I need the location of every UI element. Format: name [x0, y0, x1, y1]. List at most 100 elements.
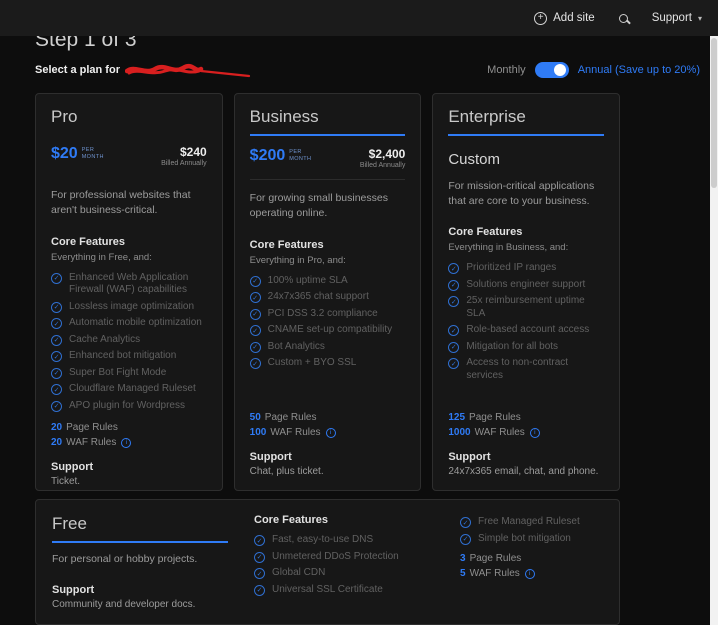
- feature-item: ✓ Automatic mobile optimization: [51, 317, 207, 330]
- select-plan-row: Select a plan for: [35, 60, 253, 79]
- search-button[interactable]: [618, 13, 628, 23]
- price-group: $20 PER MONTH: [51, 145, 104, 167]
- waf-rules-label: WAF Rules: [474, 427, 525, 438]
- monthly-label[interactable]: Monthly: [487, 64, 526, 76]
- page-title-wrap: Step 1 of 3: [35, 36, 700, 52]
- waf-rules-label: WAF Rules: [66, 437, 117, 449]
- plan-title: Pro: [51, 107, 78, 126]
- billing-toggle[interactable]: [534, 61, 569, 78]
- support-label: Support: [651, 12, 692, 24]
- feature-item: ✓ Role-based account access: [448, 324, 604, 337]
- annual-label[interactable]: Annual (Save up to 20%): [578, 64, 700, 76]
- feature-label: Access to non-contract services: [466, 357, 569, 381]
- page-rules-value: 20: [51, 422, 63, 434]
- page-rules-value: 50: [249, 412, 261, 423]
- support-menu[interactable]: Support ▾: [652, 12, 702, 24]
- feature-label: 100% uptime SLA: [267, 274, 348, 286]
- feature-label: Role-based account access: [466, 324, 590, 336]
- core-features-subheading: Everything in Free, and:: [51, 251, 152, 263]
- feature-item: ✓ Fast, easy-to-use DNS: [254, 534, 434, 547]
- waf-rules-value: 20: [51, 437, 63, 449]
- check-icon: ✓: [51, 334, 62, 346]
- info-icon[interactable]: i: [529, 427, 540, 438]
- free-plan-features-column: Core Features ✓ Fast, easy-to-use DNS ✓ Unm…: [254, 514, 434, 610]
- scrollbar[interactable]: [710, 36, 718, 625]
- core-features-heading: Core Features: [254, 514, 328, 526]
- plan-card-business[interactable]: Business $200 PER MONTH $2,400 Billed An…: [233, 93, 422, 491]
- accent-underline: [249, 134, 406, 136]
- redaction-scribble: [124, 63, 251, 78]
- custom-price-label: Custom: [448, 151, 501, 168]
- price-row: $200 PER MONTH $2,400 Billed Annually: [249, 147, 406, 170]
- price-group: $200 PER MONTH: [249, 147, 312, 169]
- check-icon: ✓: [254, 535, 265, 546]
- feature-label: Custom + BYO SSL: [267, 357, 357, 369]
- info-icon[interactable]: i: [524, 568, 535, 579]
- plan-card-enterprise[interactable]: Enterprise Custom For mission-critical a…: [432, 93, 621, 491]
- feature-list: ✓ Fast, easy-to-use DNS ✓ Unmetered DDoS Pr…: [254, 534, 434, 596]
- feature-list: ✓ 100% uptime SLA ✓ 24x7x365 chat support ✓ P…: [249, 274, 406, 374]
- feature-label: Fast, easy-to-use DNS: [272, 534, 374, 545]
- plan-price: $200: [249, 147, 286, 164]
- waf-rules-row: 20 WAF Rules i: [51, 437, 207, 448]
- check-icon: ✓: [51, 384, 62, 396]
- free-plan-extras-column: ✓ Free Managed Ruleset ✓ Simple bot mitigat…: [460, 514, 603, 610]
- check-icon: ✓: [249, 275, 261, 287]
- check-icon: ✓: [51, 400, 62, 412]
- page-rules-label: Page Rules: [66, 422, 118, 434]
- per-month-label: PER MONTH: [289, 149, 311, 169]
- feature-item: ✓ Access to non-contract services: [448, 357, 604, 382]
- per-label: PER: [289, 149, 302, 155]
- page-rules-row: 3 Page Rules: [460, 553, 603, 564]
- feature-item: ✓ 25x reimbursement uptime SLA: [448, 295, 604, 320]
- page-rules-label: Page Rules: [469, 553, 522, 564]
- month-label: MONTH: [289, 156, 312, 162]
- top-nav: + Add site Support ▾: [0, 0, 718, 36]
- feature-label: APO plugin for Wordpress: [69, 399, 185, 411]
- plan-description: For mission-critical applications that a…: [448, 180, 595, 207]
- page-rules-row: 50 Page Rules: [250, 412, 406, 423]
- page-rules-value: 125: [448, 412, 466, 423]
- waf-rules-value: 5: [460, 568, 466, 579]
- feature-label: Cloudflare Managed Ruleset: [69, 383, 196, 395]
- feature-label: 25x reimbursement uptime SLA: [466, 295, 585, 319]
- feature-label: Prioritized IP ranges: [466, 262, 557, 274]
- check-icon: ✓: [254, 551, 265, 563]
- scrollbar-thumb[interactable]: [711, 38, 717, 188]
- check-icon: ✓: [254, 584, 265, 596]
- support-heading: Support: [52, 584, 95, 596]
- feature-label: Automatic mobile optimization: [69, 317, 202, 329]
- feature-label: 24x7x365 chat support: [267, 291, 369, 303]
- support-text: 24x7x365 email, chat, and phone.: [448, 466, 599, 477]
- feature-label: Universal SSL Certificate: [272, 583, 383, 595]
- check-icon: ✓: [460, 533, 471, 545]
- feature-label: Cache Analytics: [69, 333, 141, 345]
- subheader-row: Select a plan for Monthly Annual (Save u…: [35, 60, 700, 79]
- plan-card-free[interactable]: Free For personal or hobby projects. Sup…: [35, 499, 620, 625]
- plan-card-pro[interactable]: Pro $20 PER MONTH $240 Billed Annually F…: [35, 93, 223, 491]
- feature-item: ✓ PCI DSS 3.2 compliance: [249, 307, 406, 321]
- add-site-button[interactable]: + Add site: [534, 11, 595, 25]
- add-site-label: Add site: [553, 12, 595, 24]
- search-icon: [618, 13, 628, 23]
- check-icon: ✓: [448, 296, 460, 308]
- billed-annually-label: Billed Annually: [359, 162, 406, 170]
- per-label: PER: [81, 147, 95, 153]
- info-icon[interactable]: i: [121, 437, 132, 448]
- check-icon: ✓: [448, 325, 460, 337]
- feature-label: PCI DSS 3.2 compliance: [267, 307, 378, 319]
- check-icon: ✓: [448, 279, 460, 291]
- billed-amount: $240: [179, 145, 207, 159]
- feature-item: ✓ Prioritized IP ranges: [448, 262, 604, 275]
- page-rules-row: 125 Page Rules: [448, 412, 604, 423]
- info-icon[interactable]: i: [325, 427, 336, 438]
- select-plan-label: Select a plan for: [35, 63, 120, 76]
- feature-item: ✓ Solutions engineer support: [448, 279, 604, 292]
- chevron-down-icon: ▾: [697, 14, 702, 23]
- feature-label: CNAME set-up compatibility: [267, 324, 393, 336]
- waf-rules-row: 1000 WAF Rules i: [448, 427, 604, 438]
- feature-label: Bot Analytics: [267, 340, 325, 352]
- check-icon: ✓: [51, 351, 62, 363]
- core-features-subheading: Everything in Pro, and:: [249, 254, 346, 266]
- feature-item: ✓ Simple bot mitigation: [460, 533, 603, 546]
